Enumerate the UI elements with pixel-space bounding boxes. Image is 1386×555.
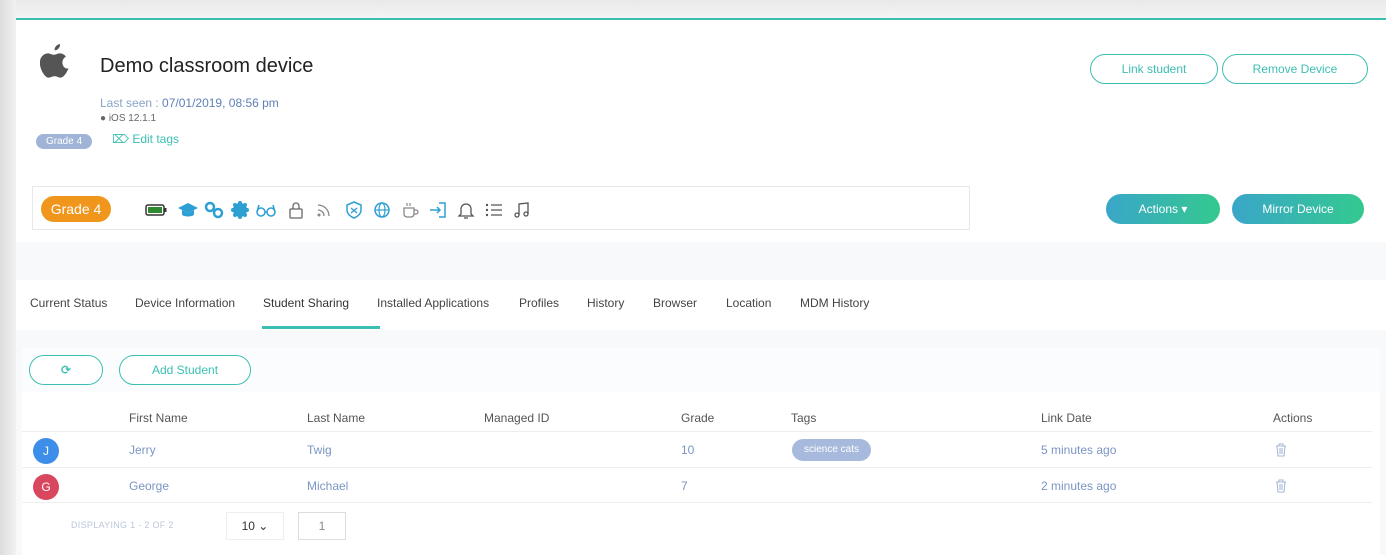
header-managed-id: Managed ID <box>484 411 550 425</box>
coffee-icon[interactable] <box>399 199 421 221</box>
remove-device-button[interactable]: Remove Device <box>1222 54 1368 84</box>
sign-in-icon[interactable] <box>427 199 449 221</box>
gear-badge-icon[interactable] <box>229 199 251 221</box>
window-shadow-left <box>0 0 16 555</box>
tab-student-sharing[interactable]: Student Sharing <box>263 296 349 310</box>
tag-icon: ⌦ <box>112 132 133 146</box>
header-tags: Tags <box>791 411 817 425</box>
os-version-text: iOS 12.1.1 <box>106 113 157 124</box>
last-seen-value: 07/01/2019, 08:56 pm <box>162 96 279 110</box>
tab-location[interactable]: Location <box>726 296 771 310</box>
link-date-cell: 2 minutes ago <box>1041 479 1117 493</box>
rss-icon[interactable] <box>313 199 335 221</box>
grade-cell: 7 <box>681 479 688 493</box>
globe-icon[interactable] <box>371 199 393 221</box>
tag-pill: science cats <box>792 439 872 461</box>
tab-installed-applications[interactable]: Installed Applications <box>377 296 489 310</box>
header-last-name: Last Name <box>307 411 366 425</box>
mirror-device-button[interactable]: Mirror Device <box>1232 194 1364 224</box>
grade-badge[interactable]: Grade 4 <box>41 196 111 222</box>
avatar: J <box>33 438 59 464</box>
last-name-cell: Michael <box>307 479 349 493</box>
actions-dropdown-button[interactable]: Actions ▾ <box>1106 194 1220 224</box>
table-row[interactable]: J Jerry Twig 10 science cats 5 minutes a… <box>22 431 1372 467</box>
app-frame: Demo classroom device Last seen : 07/01/… <box>0 0 1386 555</box>
first-name-cell: Jerry <box>129 443 156 457</box>
os-version: ● iOS 12.1.1 <box>100 113 156 124</box>
grade-tag: Grade 4 <box>36 134 93 149</box>
tab-profiles[interactable]: Profiles <box>519 296 559 310</box>
trash-icon[interactable] <box>1274 442 1288 458</box>
trash-icon[interactable] <box>1274 478 1288 494</box>
grade-cell: 10 <box>681 443 695 457</box>
music-icon[interactable] <box>511 199 533 221</box>
header-grade: Grade <box>681 411 715 425</box>
tab-current-status[interactable]: Current Status <box>30 296 107 310</box>
bell-icon[interactable] <box>455 199 477 221</box>
last-seen-label: Last seen : <box>100 96 163 110</box>
tab-browser[interactable]: Browser <box>653 296 697 310</box>
link-student-button[interactable]: Link student <box>1090 54 1218 84</box>
tab-bar: Current Status Device Information Studen… <box>16 280 1386 330</box>
first-name-cell: George <box>129 479 170 493</box>
apple-logo-icon <box>39 42 70 78</box>
active-tab-indicator <box>262 326 380 329</box>
tab-mdm-history[interactable]: MDM History <box>800 296 869 310</box>
window-shadow <box>0 0 1386 18</box>
tab-history[interactable]: History <box>587 296 624 310</box>
edit-tags-link[interactable]: ⌦ Edit tags <box>112 132 179 146</box>
device-header-card: Demo classroom device Last seen : 07/01/… <box>16 18 1386 242</box>
refresh-icon: ⟳ <box>60 363 72 377</box>
header-link-date: Link Date <box>1041 411 1092 425</box>
page-number-input[interactable]: 1 <box>298 512 346 540</box>
avatar: G <box>33 474 59 500</box>
panel-toolbar: ⟳ Add Student <box>22 348 1380 392</box>
link-icon[interactable] <box>203 199 225 221</box>
pagination-summary: DISPLAYING 1 - 2 OF 2 <box>71 520 174 530</box>
edit-tags-label: Edit tags <box>132 132 180 146</box>
add-student-button[interactable]: Add Student <box>119 355 251 385</box>
device-toolbar: Grade 4 <box>32 186 970 230</box>
shield-icon[interactable] <box>343 199 365 221</box>
graduation-cap-icon[interactable] <box>177 199 199 221</box>
battery-icon[interactable] <box>145 199 167 221</box>
tab-device-information[interactable]: Device Information <box>135 296 235 310</box>
device-title: Demo classroom device <box>100 55 314 77</box>
header-first-name: First Name <box>129 411 188 425</box>
page-size-select[interactable]: 10 ⌄ <box>226 512 284 540</box>
last-name-cell: Twig <box>307 443 332 457</box>
student-sharing-panel: ⟳ Add Student First Name Last Name Manag… <box>22 348 1380 555</box>
table-row[interactable]: G George Michael 7 2 minutes ago <box>22 467 1372 503</box>
header-actions: Actions <box>1273 411 1313 425</box>
refresh-button[interactable]: ⟳ <box>29 355 103 385</box>
list-icon[interactable] <box>483 199 505 221</box>
link-date-cell: 5 minutes ago <box>1041 443 1117 457</box>
glasses-icon[interactable] <box>255 199 277 221</box>
last-seen: Last seen : 07/01/2019, 08:56 pm <box>100 96 279 110</box>
lock-icon[interactable] <box>285 199 307 221</box>
